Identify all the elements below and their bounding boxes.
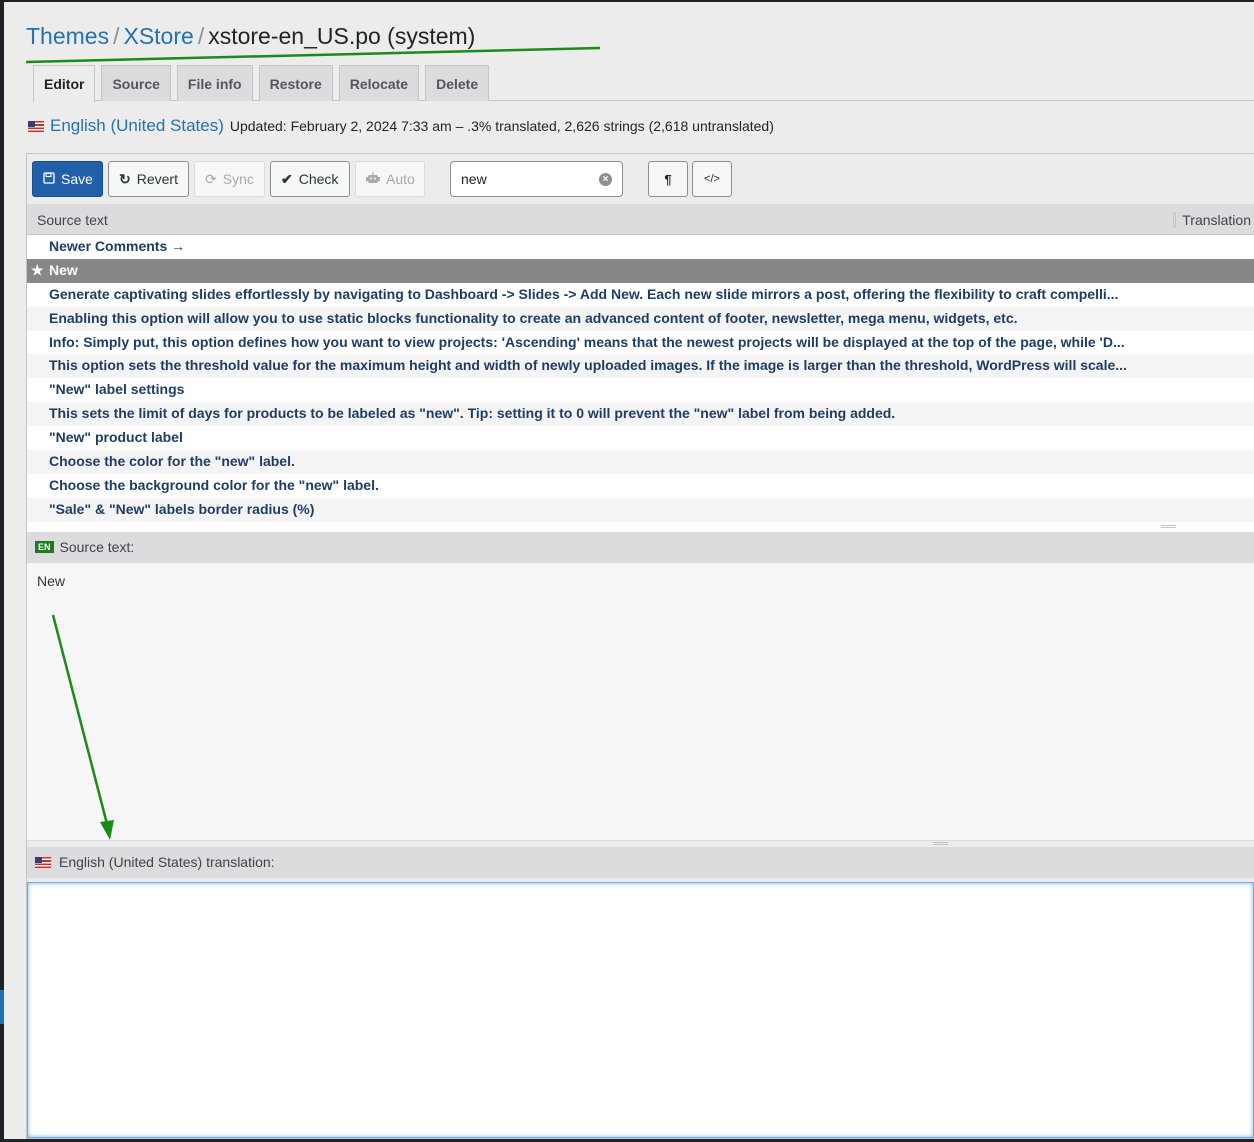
code-icon: </> [704,173,720,185]
translation-input[interactable] [28,883,1253,1137]
checkmark-icon: ✔ [281,170,293,187]
source-text-pane: New [27,562,1254,841]
source-pane-label: Source text: [59,539,135,556]
filter-search-input[interactable] [461,171,591,187]
string-list: Newer Comments → ★ New Generate captivating… [27,235,1254,522]
list-item-text: Generate captivating slides effortlessly… [49,285,1119,302]
file-status: Updated: February 2, 2024 7:33 am – .3% … [229,118,774,134]
source-pane-header: EN Source text: [27,531,1254,563]
list-item[interactable]: This sets the limit of days for products… [27,402,1254,427]
auto-label: Auto [386,171,415,187]
revert-icon: ↻ [119,170,131,187]
list-item-text: Info: Simply put, this option defines ho… [49,333,1125,350]
star-icon: ★ [31,261,44,278]
breadcrumb-separator: / [113,23,120,49]
tab-source[interactable]: Source [101,65,171,101]
tab-delete[interactable]: Delete [425,65,490,101]
editor-panel: Save ↻ Revert ⟳ Sync ✔ Check Auto new × … [26,153,1254,1139]
robot-icon [366,171,380,187]
grip-icon [1161,524,1176,528]
revert-label: Revert [136,171,178,187]
toggle-invisibles-button[interactable]: ¶ [648,161,688,197]
editor-toolbar: Save ↻ Revert ⟳ Sync ✔ Check Auto new × … [27,154,1254,205]
sync-label: Sync [222,171,254,187]
sync-button[interactable]: ⟳ Sync [194,161,265,197]
save-button[interactable]: Save [32,161,103,197]
list-item[interactable]: Choose the color for the "new" label. [27,450,1254,474]
tab-bar: Editor Source File info Restore Relocate… [33,65,1254,102]
breadcrumb-themes[interactable]: Themes [26,23,109,49]
en-language-badge: EN [35,541,54,554]
tab-restore[interactable]: Restore [258,65,333,101]
check-button[interactable]: ✔ Check [270,161,350,197]
page: Themes / XStore / xstore-en_US.po (system) E… [4,2,1254,1139]
translation-pane-label: English (United States) translation: [59,854,275,871]
list-item-text: New [49,261,78,278]
clear-search-icon[interactable]: × [599,173,612,186]
list-item-text: Choose the background color for the "new… [49,476,379,493]
pane-resize-handle[interactable] [27,840,1254,847]
file-meta: English (United States) Updated: Februar… [28,116,774,136]
list-item-selected[interactable]: ★ New [27,258,1254,283]
list-item[interactable]: "New" label settings [27,378,1254,403]
list-item-text: "Sale" & "New" labels border radius (%) [49,500,315,517]
list-item[interactable]: "New" product label [27,426,1254,451]
save-label: Save [61,171,93,187]
list-item[interactable]: Choose the background color for the "new… [27,473,1254,498]
sync-icon: ⟳ [205,170,217,187]
list-item-text: This option sets the threshold value for… [49,357,1127,374]
pilcrow-icon: ¶ [664,171,672,187]
translation-column-header[interactable]: Translation [1173,212,1251,228]
list-item-text: Choose the color for the "new" label. [49,453,295,470]
list-item-text: Newer Comments → [49,238,186,254]
breadcrumb-separator: / [197,23,205,49]
tab-file-info[interactable]: File info [176,65,253,101]
us-flag-icon [35,856,51,868]
translation-field [27,882,1254,1138]
list-item-text: "New" product label [49,429,183,446]
grip-icon [933,841,948,845]
source-text-value: New [37,572,66,589]
us-flag-icon [28,120,44,132]
tab-editor[interactable]: Editor [33,65,96,102]
tab-relocate[interactable]: Relocate [338,65,420,101]
list-item[interactable]: This option sets the threshold value for… [27,354,1254,379]
list-resize-handle[interactable] [27,521,1254,532]
list-item-text: Enabling this option will allow you to u… [49,309,1018,326]
floppy-disk-icon [43,171,55,187]
revert-button[interactable]: ↻ Revert [108,161,189,197]
translation-pane-header: English (United States) translation: [27,846,1254,878]
list-item-text: "New" label settings [49,381,185,398]
toggle-code-view-button[interactable]: </> [692,161,732,197]
list-item[interactable]: "Sale" & "New" labels border radius (%) [27,497,1254,522]
list-header: Source text Translation [27,205,1254,235]
list-item[interactable]: Generate captivating slides effortlessly… [27,282,1254,307]
list-item[interactable]: Newer Comments → [27,235,1254,259]
list-item-text: This sets the limit of days for products… [49,405,896,422]
page-title: xstore-en_US.po (system) [208,23,476,49]
check-label: Check [298,171,339,187]
list-item[interactable]: Info: Simply put, this option defines ho… [27,330,1254,355]
filter-search-field: × [450,161,623,197]
breadcrumb: Themes / XStore / xstore-en_US.po (system) [26,23,475,50]
annotation-underline [25,46,601,64]
breadcrumb-xstore[interactable]: XStore [123,23,193,49]
list-item[interactable]: Enabling this option will allow you to u… [27,306,1254,331]
language-link[interactable]: English (United States) [50,116,224,136]
source-column-header[interactable]: Source text [37,212,108,228]
auto-translate-button[interactable]: Auto [355,161,425,197]
